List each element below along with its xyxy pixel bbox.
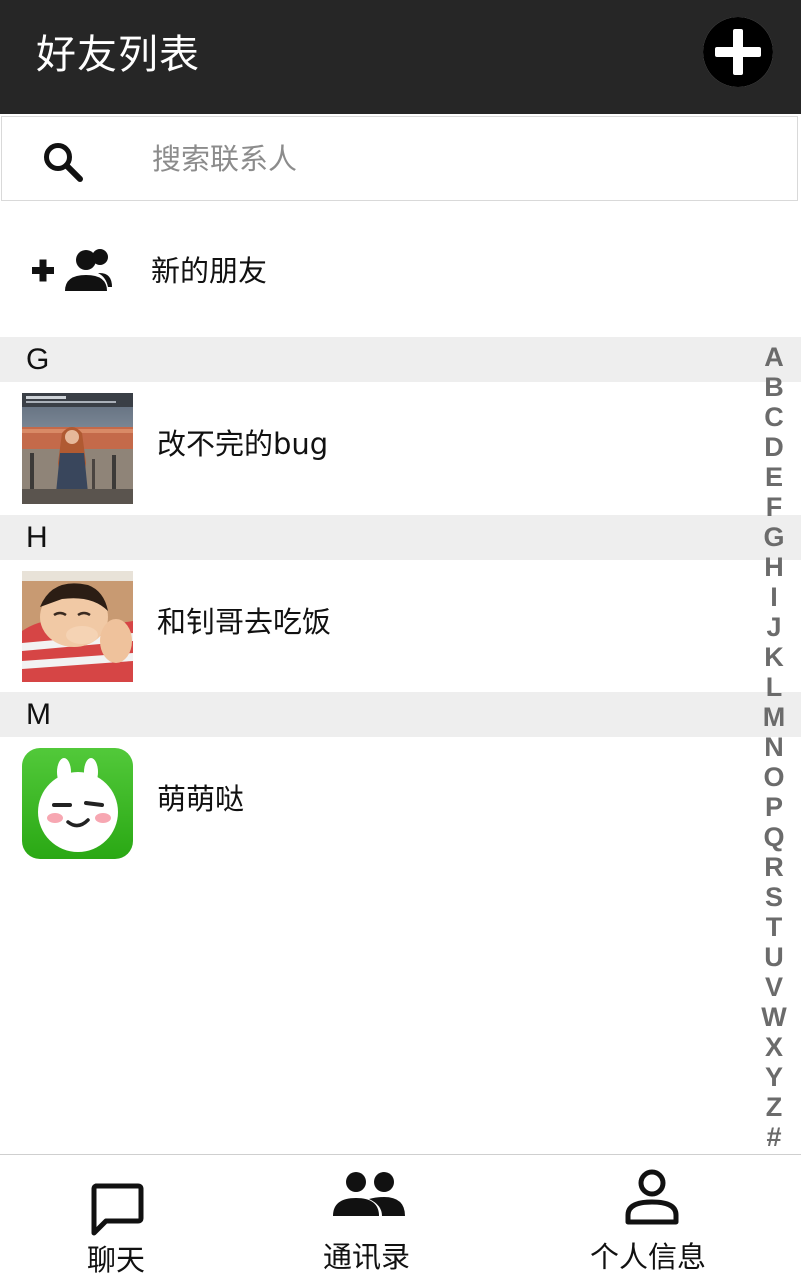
add-friend-button[interactable] — [703, 17, 773, 87]
index-letter-m[interactable]: M — [758, 702, 790, 732]
index-letter-w[interactable]: W — [758, 1002, 790, 1032]
avatar-photo-girl — [22, 393, 133, 504]
index-letter-q[interactable]: Q — [758, 822, 790, 852]
search-bar[interactable]: 搜索联系人 — [1, 116, 798, 201]
plus-circle-icon — [703, 17, 773, 87]
new-friends-item[interactable]: 新的朋友 — [0, 203, 801, 337]
section-header-h: H — [0, 515, 801, 560]
index-letter-o[interactable]: O — [758, 762, 790, 792]
index-letter-d[interactable]: D — [758, 432, 790, 462]
index-letter-p[interactable]: P — [758, 792, 790, 822]
bottom-nav: 聊天 通讯录 个人信息 — [0, 1154, 801, 1281]
index-letter-r[interactable]: R — [758, 852, 790, 882]
index-letter-v[interactable]: V — [758, 972, 790, 1002]
index-letter-n[interactable]: N — [758, 732, 790, 762]
nav-profile[interactable]: 个人信息 — [580, 1155, 730, 1281]
new-friends-label: 新的朋友 — [151, 254, 268, 288]
index-letter-b[interactable]: B — [758, 372, 790, 402]
index-letter-s[interactable]: S — [758, 882, 790, 912]
index-letter-x[interactable]: X — [758, 1032, 790, 1062]
index-letter-f[interactable]: F — [758, 492, 790, 522]
section-header-m: M — [0, 692, 801, 737]
nav-label: 个人信息 — [590, 1240, 707, 1274]
app-bar: 好友列表 — [0, 0, 801, 114]
contact-item[interactable]: 萌萌哒 — [0, 737, 760, 870]
index-letter-y[interactable]: Y — [758, 1062, 790, 1092]
index-letter-t[interactable]: T — [758, 912, 790, 942]
index-letter-u[interactable]: U — [758, 942, 790, 972]
section-letter: H — [26, 521, 48, 554]
index-letter-z[interactable]: Z — [758, 1092, 790, 1122]
person-icon — [625, 1169, 679, 1225]
avatar-photo-child — [22, 571, 133, 682]
index-letter-e[interactable]: E — [758, 462, 790, 492]
search-input[interactable]: 搜索联系人 — [152, 139, 297, 179]
index-letter-l[interactable]: L — [758, 672, 790, 702]
avatar-bunny — [22, 748, 133, 859]
section-header-g: G — [0, 337, 801, 382]
nav-label: 通讯录 — [323, 1240, 411, 1274]
contact-item[interactable]: 和钊哥去吃饭 — [0, 560, 760, 693]
section-letter: G — [26, 343, 50, 376]
contact-name: 和钊哥去吃饭 — [157, 605, 332, 639]
index-letter-i[interactable]: I — [758, 582, 790, 612]
index-letter-h[interactable]: H — [758, 552, 790, 582]
index-letter-g[interactable]: G — [758, 522, 790, 552]
index-letter-k[interactable]: K — [758, 642, 790, 672]
add-group-icon — [32, 249, 112, 291]
page-title: 好友列表 — [36, 32, 200, 78]
contact-name: 改不完的bug — [157, 427, 329, 461]
section-letter: M — [26, 698, 51, 731]
index-letter-j[interactable]: J — [758, 612, 790, 642]
contact-item[interactable]: 改不完的bug — [0, 382, 760, 515]
nav-contacts[interactable]: 通讯录 — [310, 1155, 430, 1281]
chat-bubble-icon — [91, 1183, 144, 1236]
contact-name: 萌萌哒 — [157, 782, 245, 816]
index-letter-hash[interactable]: # — [758, 1122, 790, 1152]
index-letter-a[interactable]: A — [758, 342, 790, 372]
contacts-group-icon — [333, 1172, 405, 1216]
nav-label: 聊天 — [87, 1243, 146, 1277]
alphabet-index-bar[interactable]: A B C D E F G H I J K L M N O P Q R S T … — [758, 342, 790, 1152]
index-letter-c[interactable]: C — [758, 402, 790, 432]
nav-chat[interactable]: 聊天 — [60, 1155, 180, 1281]
search-icon — [44, 143, 83, 182]
